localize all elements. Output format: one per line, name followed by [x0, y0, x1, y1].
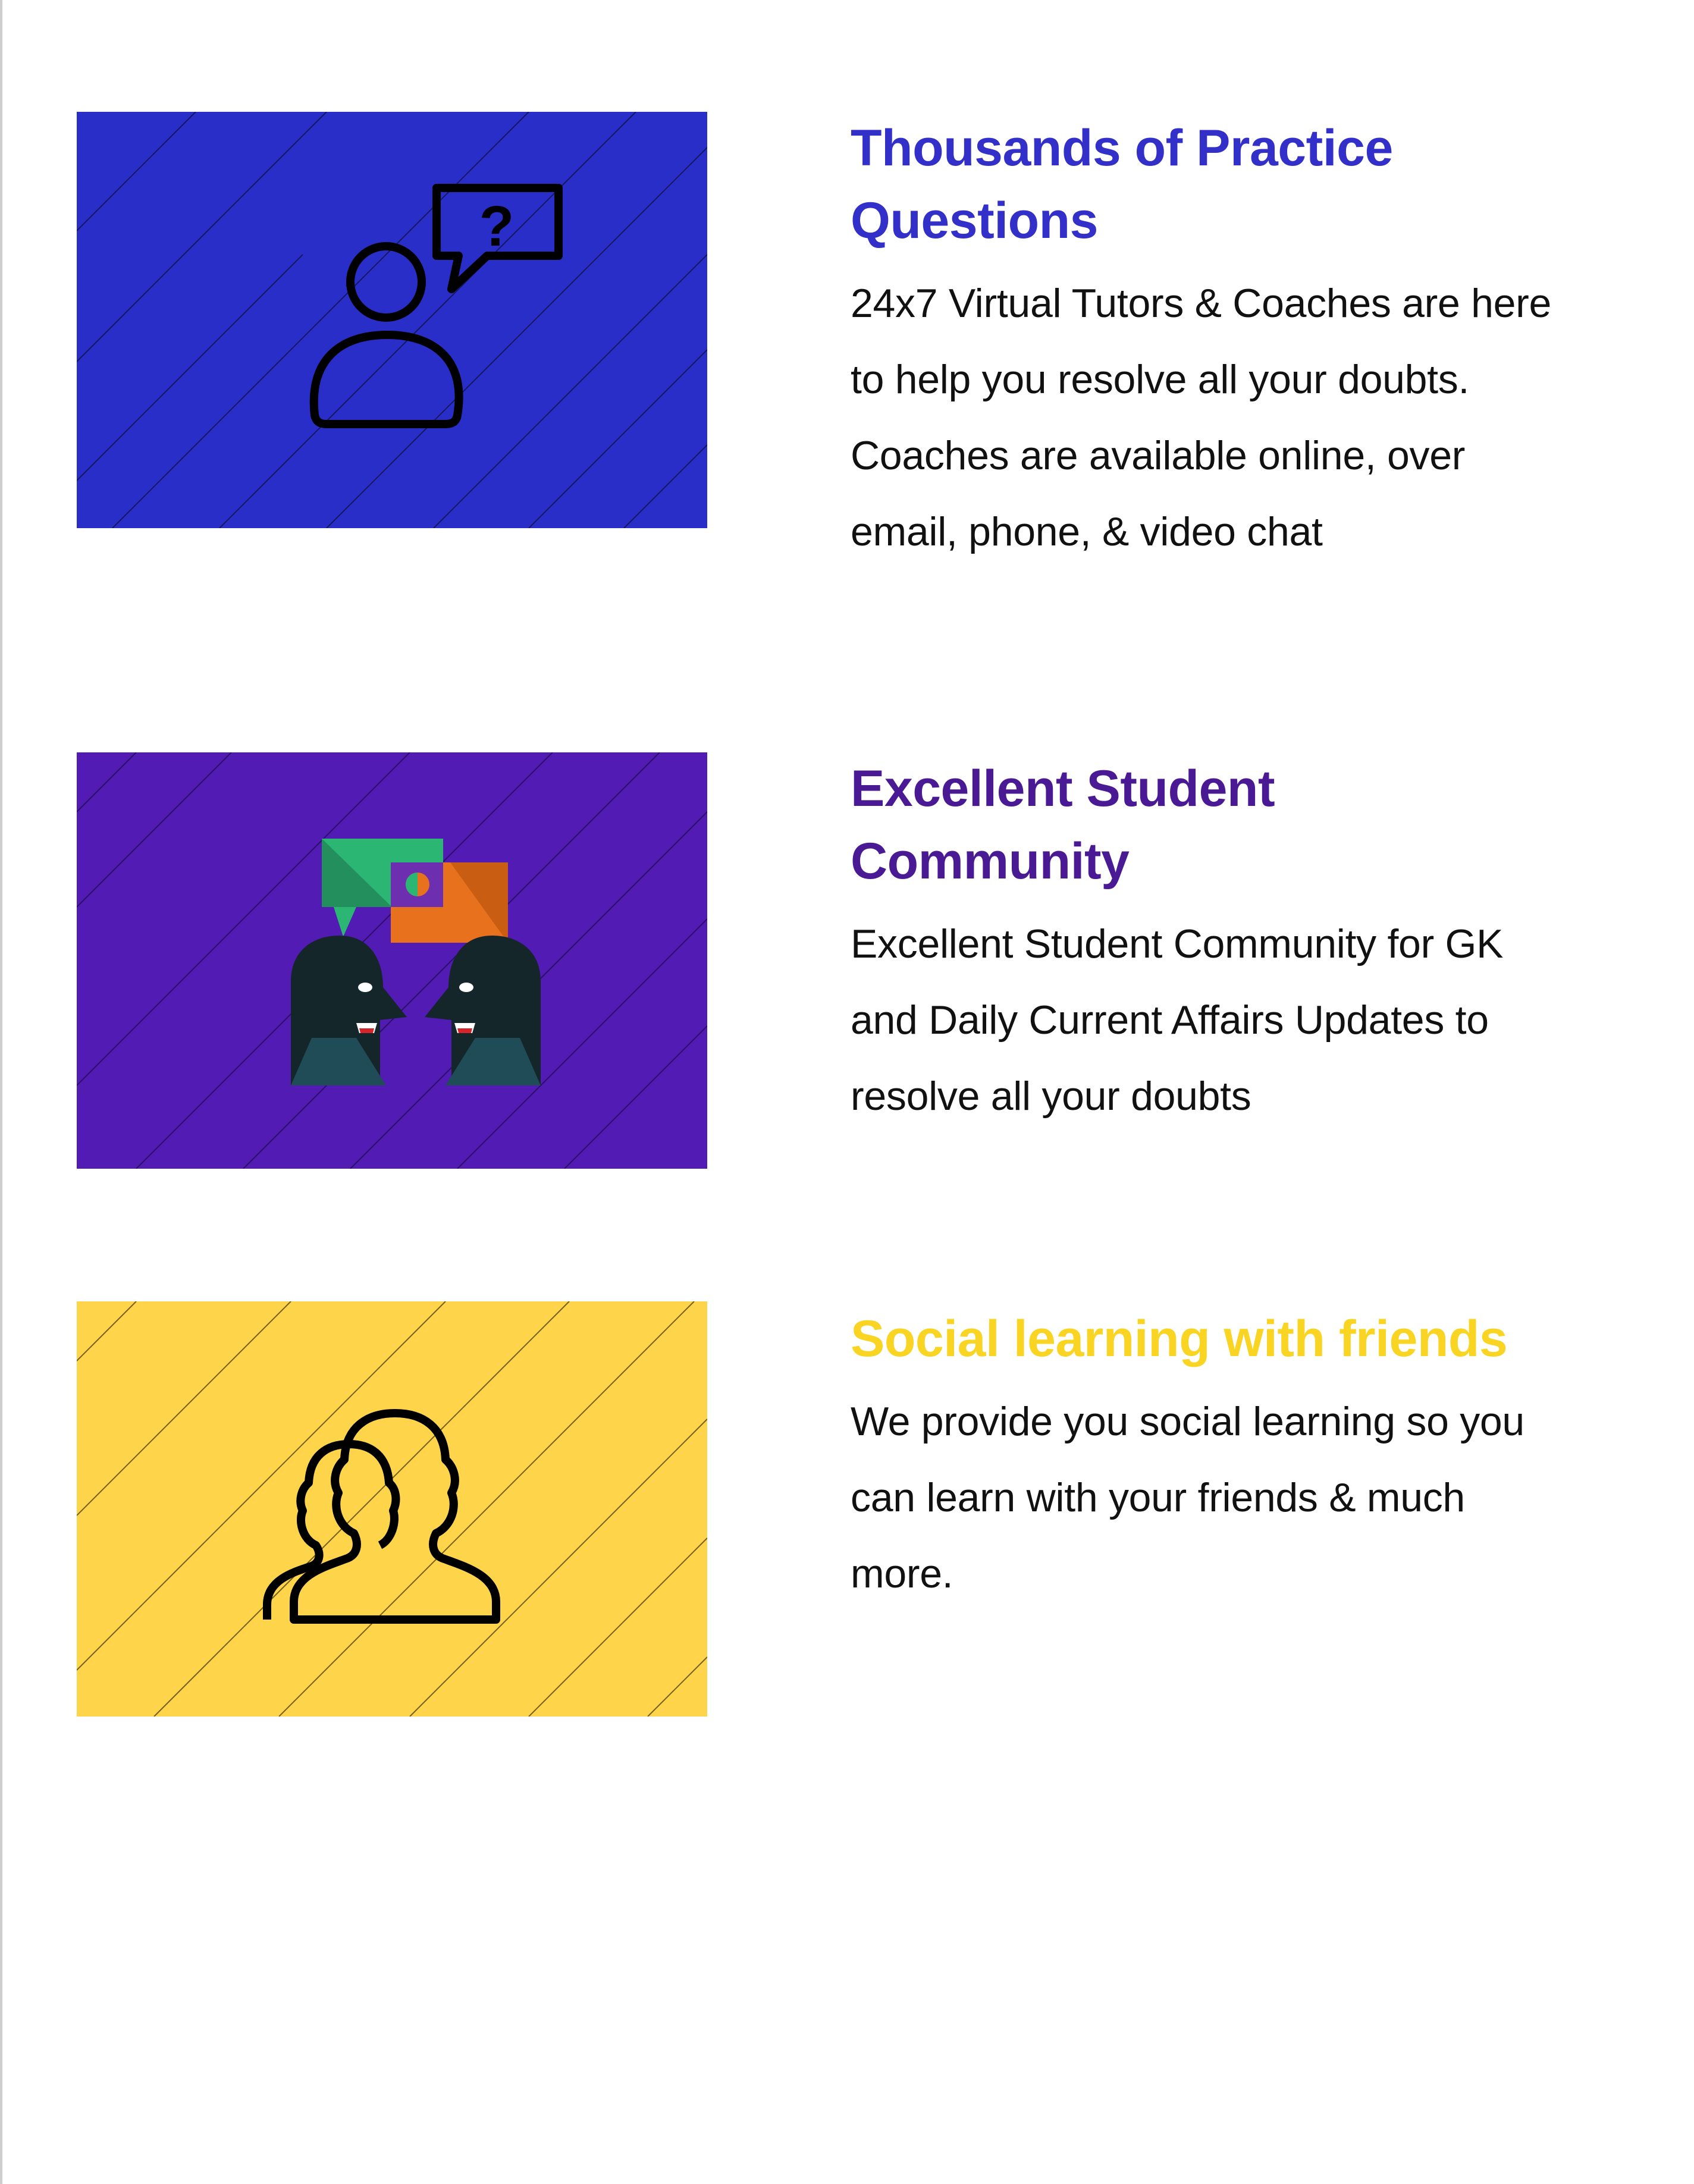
feature-title: Thousands of Practice Questions: [851, 120, 1393, 249]
friends-icon: [263, 1409, 500, 1624]
page-left-border: [0, 0, 2, 2184]
feature-description: Excellent Student Community for GK and D…: [851, 921, 1504, 1119]
feature-text-social-learning: Social learning with friends We provide …: [851, 1303, 1624, 1612]
feature-image-student-community: [77, 752, 707, 1169]
user-question-icon: ?: [309, 184, 563, 428]
feature-title: Social learning with friends: [851, 1310, 1508, 1367]
feature-description: We provide you social learning so you ca…: [851, 1399, 1524, 1596]
feature-text-practice-questions: Thousands of Practice Questions 24x7 Vir…: [851, 112, 1624, 570]
svg-text:?: ?: [479, 194, 515, 258]
feature-description: 24x7 Virtual Tutors & Coaches are here t…: [851, 281, 1552, 554]
feature-image-social-learning: [77, 1301, 707, 1717]
feature-image-practice-questions: ?: [77, 112, 707, 528]
community-chat-icon: [291, 839, 541, 1085]
feature-text-student-community: Excellent Student Community Excellent St…: [851, 752, 1624, 1134]
feature-title: Excellent Student Community: [851, 760, 1275, 890]
